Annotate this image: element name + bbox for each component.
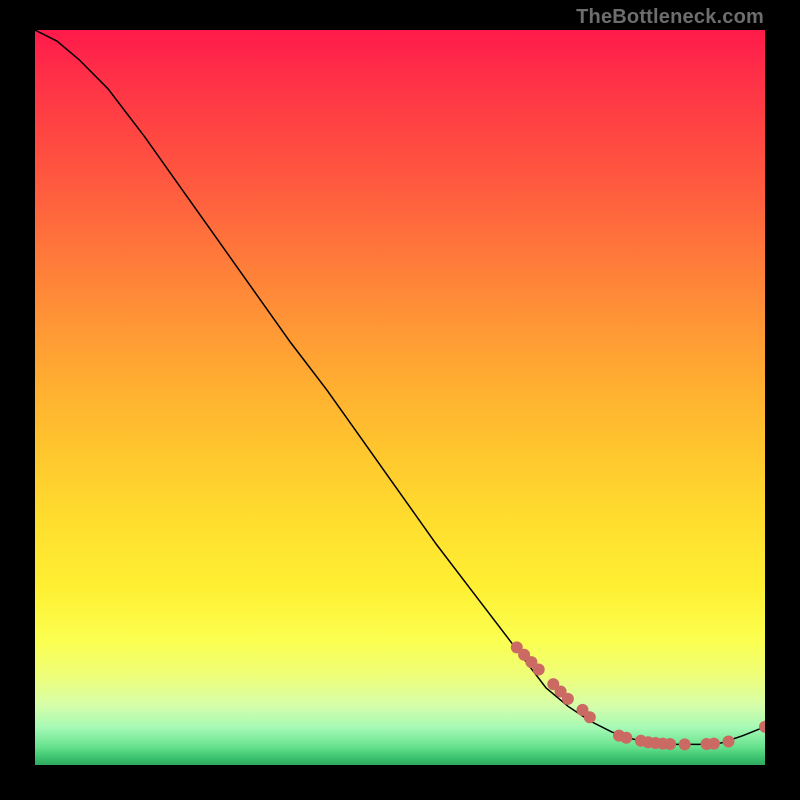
- plot-area: [35, 30, 765, 765]
- data-marker: [759, 721, 765, 733]
- data-marker: [562, 693, 574, 705]
- data-marker: [620, 732, 632, 744]
- watermark-text: TheBottleneck.com: [576, 6, 764, 29]
- data-marker: [664, 738, 676, 750]
- data-marker: [584, 711, 596, 723]
- data-marker: [679, 738, 691, 750]
- chart-overlay: [35, 30, 765, 765]
- data-marker: [723, 735, 735, 747]
- data-marker: [533, 663, 545, 675]
- bottleneck-curve: [35, 30, 765, 744]
- curve-markers: [511, 641, 765, 750]
- data-marker: [708, 738, 720, 750]
- chart-stage: TheBottleneck.com: [0, 0, 800, 800]
